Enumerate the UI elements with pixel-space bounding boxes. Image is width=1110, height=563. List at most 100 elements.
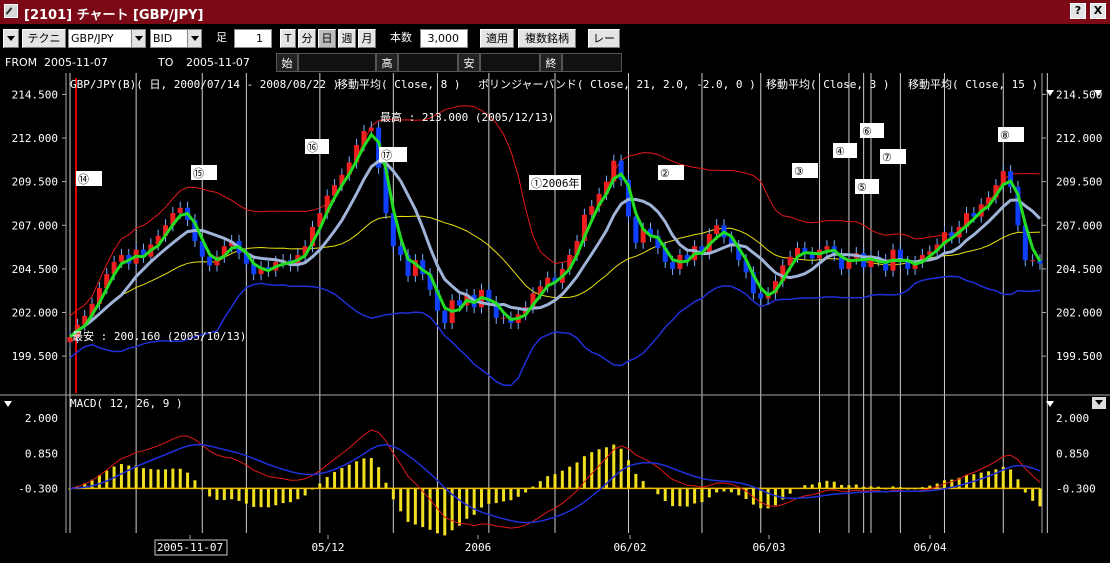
y-tick-label: 202.000 (12, 307, 58, 320)
symbol-select[interactable]: GBP/JPY (68, 29, 146, 48)
marker-label: ①2006年 (531, 176, 580, 190)
candle (368, 127, 374, 132)
side-select[interactable]: BID (150, 29, 202, 48)
macd-histogram-bar (296, 488, 300, 500)
macd-histogram-bar (325, 477, 329, 489)
low-value (480, 53, 540, 72)
indicator-ma8-label: 移動平均( Close, 8 ) (337, 77, 460, 91)
macd-histogram-bar (406, 488, 410, 522)
toolbar: テクニカル GBP/JPY BID 足 1 T 分 日 週 月 本数 3,000… (0, 27, 1110, 62)
macd-tick-label: 2.000 (25, 412, 58, 425)
title-bar: [2101] チャート [GBP/JPY] ? X (0, 0, 1110, 24)
y-tick-label: 207.000 (1056, 219, 1102, 232)
marker-label: ② (660, 167, 670, 180)
candle (501, 317, 507, 319)
count-input[interactable]: 3,000 (420, 29, 468, 48)
chevron-down-icon[interactable] (187, 30, 201, 47)
close-button[interactable]: X (1090, 3, 1106, 19)
y-tick-label: 209.500 (12, 176, 58, 189)
minute-button[interactable]: 分 (298, 29, 316, 48)
apply-button[interactable]: 適用 (480, 29, 514, 48)
marker-label: ⑥ (862, 125, 872, 138)
high-label: 高 (376, 53, 398, 72)
macd-histogram-bar (678, 488, 682, 507)
macd-histogram-bar (347, 464, 351, 489)
macd-histogram-bar (274, 488, 278, 506)
macd-histogram-bar (575, 462, 579, 489)
candle (824, 246, 830, 250)
macd-histogram-bar (266, 488, 270, 508)
y-tick-label: 204.500 (12, 263, 58, 276)
macd-histogram-bar (377, 467, 381, 489)
y-tick-label: 207.000 (12, 219, 58, 232)
to-value: 2005-11-07 (186, 56, 250, 69)
x-tick-label: 2006 (465, 541, 492, 554)
candle (456, 300, 462, 306)
from-value: 2005-11-07 (44, 56, 108, 69)
macd-histogram-bar (178, 468, 182, 489)
tick-button[interactable]: T (280, 29, 296, 48)
annotation-low: 最安 : 200.160 (2005/10/13) (72, 329, 246, 343)
macd-histogram-bar (634, 473, 638, 489)
macd-histogram-bar (399, 488, 403, 512)
macd-histogram-bar (480, 488, 484, 508)
macd-histogram-bar (707, 488, 711, 498)
macd-histogram-bar (1016, 479, 1020, 489)
macd-histogram-bar (149, 469, 153, 489)
close-label: 終 (540, 53, 562, 72)
x-tick-label: 06/03 (752, 541, 785, 554)
indicator-bb-label: ボリンジャーバンド( Close, 21, 2.0, -2.0, 0 ) (478, 78, 756, 91)
macd-histogram-bar (215, 488, 219, 500)
y-tick-label: 212.000 (12, 132, 58, 145)
macd-histogram-bar (487, 488, 491, 504)
macd-histogram-bar (186, 472, 190, 489)
marker-label: ⑯ (307, 141, 318, 154)
ashi-input[interactable]: 1 (234, 29, 272, 48)
price-chart[interactable]: 214.500 214.500212.000 212.000209.500 209.5… (0, 73, 1110, 563)
y-tick-label: 209.500 (1056, 176, 1102, 189)
macd-histogram-bar (759, 488, 763, 509)
macd-histogram-bar (237, 488, 241, 501)
macd-histogram-bar (391, 488, 395, 500)
marker-label: ⑤ (857, 181, 867, 194)
open-value (298, 53, 376, 72)
week-button[interactable]: 週 (338, 29, 356, 48)
x-tick-label: 2005-11-07 (157, 541, 223, 554)
macd-histogram-bar (979, 472, 983, 489)
macd-histogram-bar (281, 488, 285, 504)
candle (758, 293, 764, 299)
macd-histogram-bar (421, 488, 425, 528)
candle (177, 207, 183, 214)
range-bar: FROM 2005-11-07 TO 2005-11-07 始 高 安 終 (0, 53, 1110, 73)
macd-histogram-bar (384, 482, 388, 489)
day-button[interactable]: 日 (318, 29, 336, 48)
high-value (398, 53, 458, 72)
macd-histogram-bar (825, 480, 829, 489)
macd-histogram-bar (156, 469, 160, 489)
technical-button[interactable]: テクニカル (22, 29, 66, 62)
candle (118, 254, 124, 262)
macd-histogram-bar (590, 452, 594, 489)
chart-header: GBP/JPY(B)( 日, 2000/07/14 - 2008/08/22 ) (70, 78, 339, 91)
macd-histogram-bar (435, 488, 439, 534)
macd-histogram-bar (693, 488, 697, 504)
ashi-label: 足 (216, 31, 227, 44)
window-icon[interactable] (4, 4, 18, 18)
macd-histogram-bar (413, 488, 417, 525)
rate-button[interactable]: レート (588, 29, 620, 62)
macd-histogram-bar (965, 474, 969, 489)
macd-histogram-bar (457, 488, 461, 526)
macd-histogram-bar (208, 488, 212, 497)
symbol-value: GBP/JPY (71, 32, 114, 45)
indicator-ma15-label: 移動平均( Close, 15 ) (908, 77, 1038, 91)
chevron-down-icon[interactable] (131, 30, 145, 47)
help-button[interactable]: ? (1070, 3, 1086, 19)
month-button[interactable]: 月 (358, 29, 376, 48)
multi-symbol-button[interactable]: 複数銘柄 (518, 29, 576, 48)
macd-histogram-bar (773, 488, 777, 506)
macd-histogram-bar (832, 481, 836, 489)
menu-dropdown-icon[interactable] (3, 29, 19, 48)
marker-label: ⑰ (381, 149, 392, 162)
y-tick-label: 202.000 (1056, 307, 1102, 320)
macd-histogram-bar (97, 475, 101, 489)
